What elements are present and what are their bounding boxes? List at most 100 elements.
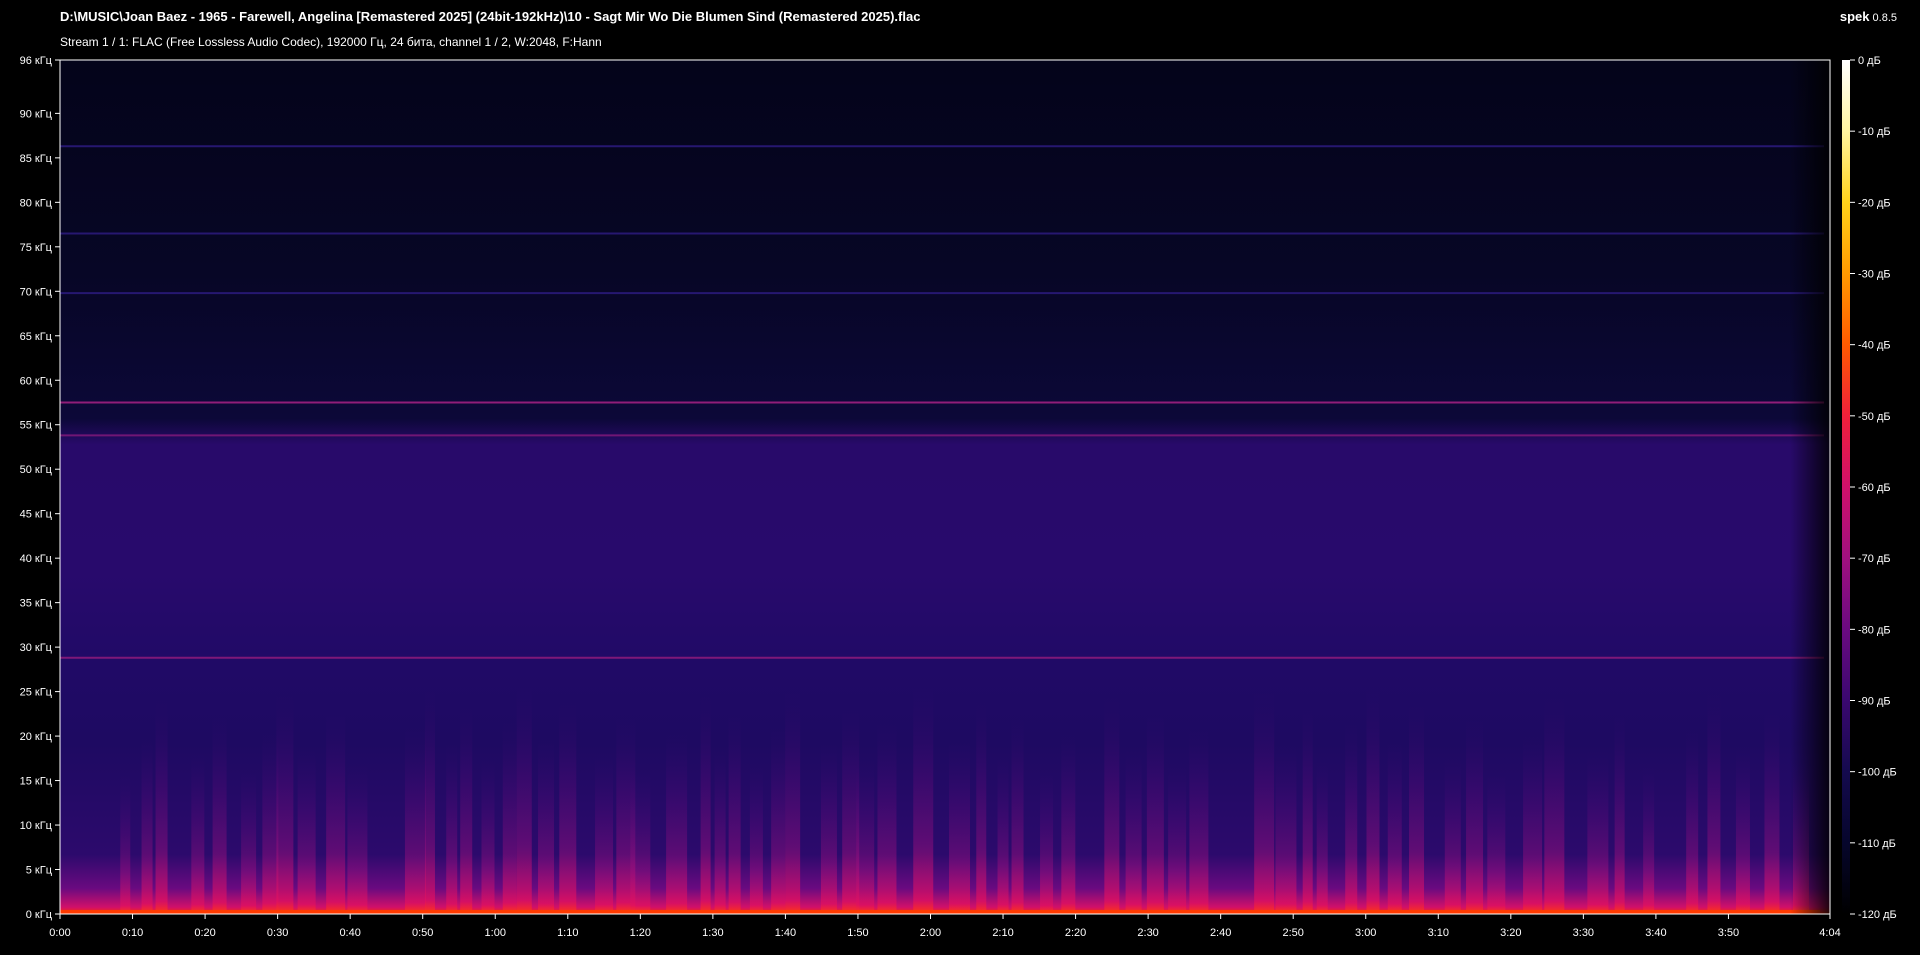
frequency-tick-label: 80 кГц — [20, 197, 53, 209]
time-tick-label: 0:30 — [267, 927, 288, 939]
time-tick-label: 0:50 — [412, 927, 433, 939]
spectral-burst — [749, 765, 763, 914]
frequency-axis: 0 кГц 5 кГц 10 кГц 15 кГц 20 кГц 25 кГц 30 кГц… — [20, 55, 60, 921]
time-tick-label: 3:20 — [1500, 927, 1521, 939]
spectral-burst — [191, 753, 205, 914]
spectral-burst — [404, 727, 426, 914]
spectral-burst — [949, 739, 971, 914]
time-tick-label: 0:20 — [194, 927, 215, 939]
spectral-burst — [785, 691, 801, 914]
frequency-tick-label: 60 кГц — [20, 375, 53, 387]
time-tick-label: 1:50 — [847, 927, 868, 939]
frequency-tick-label: 40 кГц — [20, 553, 53, 565]
spectral-burst — [1444, 756, 1461, 914]
spectral-burst — [714, 749, 726, 914]
spectral-burst — [666, 733, 688, 914]
spectral-burst — [820, 744, 837, 914]
spectral-burst — [1707, 693, 1721, 914]
time-axis: 0:00 0:10 0:20 0:30 0:40 0:50 1:00 1:10 1:20 1:30… — [49, 914, 1841, 939]
db-tick-label: -110 дБ — [1858, 838, 1896, 850]
spectral-burst — [326, 711, 346, 914]
spectral-burst — [1302, 708, 1313, 914]
spectral-burst — [997, 755, 1009, 914]
spectral-burst — [1040, 771, 1054, 914]
spectral-burst — [728, 712, 741, 914]
spectral-burst — [538, 738, 555, 914]
spectral-burst — [1466, 719, 1484, 914]
spectral-burst — [1409, 703, 1425, 914]
time-tick-label: 0:00 — [49, 927, 70, 939]
frequency-tick-label: 35 кГц — [20, 598, 53, 610]
spectral-burst — [297, 748, 316, 914]
frequency-tick-label: 70 кГц — [20, 286, 53, 298]
frequency-tick-label: 25 кГц — [20, 687, 53, 699]
time-tick-label: 2:00 — [920, 927, 941, 939]
time-tick-label: 2:40 — [1210, 927, 1231, 939]
spectral-burst — [481, 759, 495, 914]
db-tick-label: 0 дБ — [1858, 55, 1881, 67]
db-tick-label: -100 дБ — [1858, 767, 1897, 779]
spectral-burst — [700, 696, 711, 914]
frequency-tick-label: 50 кГц — [20, 464, 53, 476]
time-tick-label: 4:04 — [1819, 927, 1840, 939]
frequency-tick-label: 30 кГц — [20, 642, 53, 654]
spectral-burst — [1387, 740, 1402, 914]
db-color-scale: 0 дБ -10 дБ -20 дБ -30 дБ -40 дБ -50 дБ -60 дБ… — [1842, 55, 1897, 921]
time-tick-label: 2:50 — [1282, 927, 1303, 939]
db-tick-label: -20 дБ — [1858, 197, 1891, 209]
db-tick-label: -10 дБ — [1858, 126, 1891, 138]
frequency-tick-label: 45 кГц — [20, 509, 53, 521]
spectral-burst — [1587, 751, 1609, 914]
time-tick-label: 1:10 — [557, 927, 578, 939]
frequency-tick-label: 55 кГц — [20, 420, 53, 432]
frequency-tick-label: 90 кГц — [20, 108, 53, 120]
spectral-burst — [1345, 724, 1358, 914]
time-tick-label: 2:10 — [992, 927, 1013, 939]
frequency-tick-label: 75 кГц — [20, 242, 53, 254]
spectral-burst — [141, 737, 153, 914]
db-tick-label: -50 дБ — [1858, 411, 1891, 423]
time-tick-label: 2:20 — [1065, 927, 1086, 939]
time-tick-label: 0:40 — [339, 927, 360, 939]
spectral-burst — [460, 706, 473, 914]
spectral-burst — [241, 769, 257, 914]
db-tick-label: -40 дБ — [1858, 340, 1891, 352]
time-tick-label: 3:40 — [1645, 927, 1666, 939]
spectral-burst — [771, 728, 786, 914]
db-tick-label: -90 дБ — [1858, 696, 1891, 708]
spectral-burst — [595, 754, 614, 914]
time-tick-label: 1:30 — [702, 927, 723, 939]
time-tick-label: 3:30 — [1573, 927, 1594, 939]
frequency-tick-label: 10 кГц — [20, 820, 53, 832]
db-tick-label: -80 дБ — [1858, 624, 1891, 636]
time-tick-label: 1:00 — [485, 927, 506, 939]
spectral-burst — [1764, 709, 1780, 914]
spectral-burst — [347, 764, 368, 914]
spectral-burst — [976, 702, 987, 914]
frequency-tick-label: 96 кГц — [20, 55, 53, 67]
spectral-burst — [1316, 761, 1328, 914]
spectrogram-plot-area — [59, 59, 1831, 915]
time-tick-label: 1:20 — [630, 927, 651, 939]
spectral-burst — [276, 695, 294, 914]
spectral-burst — [1189, 729, 1209, 914]
db-tick-label: -30 дБ — [1858, 269, 1891, 281]
frequency-tick-label: 20 кГц — [20, 731, 53, 743]
spectral-burst — [155, 700, 168, 914]
spectral-burst — [559, 701, 577, 914]
time-tick-label: 2:30 — [1137, 927, 1158, 939]
spectral-burst — [262, 732, 279, 914]
low-frequency-band — [60, 910, 1820, 914]
spectral-burst — [1614, 714, 1625, 914]
spectral-burst — [1735, 746, 1750, 914]
spectral-burst — [1125, 750, 1142, 914]
spectrogram-background — [60, 60, 1830, 914]
track-end-fade — [1790, 60, 1830, 914]
frequency-tick-label: 5 кГц — [26, 865, 53, 877]
spectral-burst — [1544, 698, 1565, 914]
db-color-bar — [1842, 60, 1850, 914]
frequency-tick-label: 0 кГц — [26, 909, 53, 921]
spectral-burst — [1643, 767, 1655, 914]
spectral-burst — [1523, 735, 1543, 914]
spectral-burst — [1104, 697, 1120, 914]
